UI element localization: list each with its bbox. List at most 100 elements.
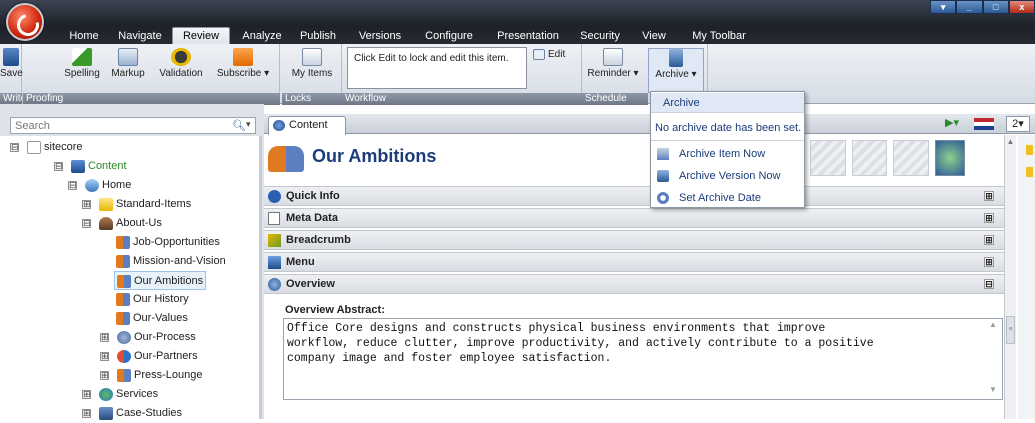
tree-item-services[interactable]: ⊞ Services bbox=[82, 385, 158, 404]
language-flag-icon[interactable] bbox=[974, 118, 994, 130]
expand-icon[interactable]: ⊞ bbox=[100, 371, 109, 380]
rss-icon bbox=[233, 48, 253, 66]
search-icon[interactable]: 🔍︎ bbox=[232, 119, 246, 132]
close-button[interactable]: x bbox=[1008, 0, 1035, 14]
maximize-button[interactable]: □ bbox=[982, 0, 1009, 14]
tab-content[interactable]: Content bbox=[268, 116, 346, 135]
expand-icon[interactable]: ⊞ bbox=[984, 257, 994, 267]
section-meta-data[interactable]: Meta Data ⊞ bbox=[264, 208, 1004, 228]
collapse-icon[interactable]: ⊟ bbox=[68, 181, 77, 190]
tab-security[interactable]: Security bbox=[576, 28, 624, 44]
tree-item-home[interactable]: ⊟ Home bbox=[68, 176, 131, 195]
editor-scrollbar[interactable]: ▲ ≡ bbox=[1004, 135, 1016, 419]
my-items-button[interactable]: My Items bbox=[286, 48, 338, 79]
subscribe-button[interactable]: Subscribe ▾ bbox=[212, 48, 274, 79]
tab-presentation[interactable]: Presentation bbox=[492, 28, 564, 44]
tab-navigate[interactable]: Navigate bbox=[112, 28, 168, 44]
case-studies-icon bbox=[99, 406, 113, 420]
archive-button[interactable]: Archive ▾ bbox=[648, 48, 704, 93]
search-dropdown-icon[interactable]: ▾ bbox=[246, 119, 251, 130]
document-lock-icon bbox=[302, 48, 322, 66]
expand-icon[interactable]: ⊞ bbox=[984, 235, 994, 245]
section-breadcrumb[interactable]: Breadcrumb ⊞ bbox=[264, 230, 1004, 250]
navigate-icon[interactable]: ▶▾ bbox=[945, 116, 971, 132]
validator-marker-icon[interactable] bbox=[1026, 145, 1033, 155]
expand-icon[interactable]: ⊞ bbox=[100, 352, 109, 361]
tree-item-about-us[interactable]: ⊟ About-Us bbox=[82, 214, 162, 233]
tab-my-toolbar[interactable]: My Toolbar bbox=[684, 28, 754, 44]
search-input[interactable]: Search bbox=[10, 117, 256, 134]
thumbnail-icon[interactable] bbox=[851, 140, 888, 176]
overview-abstract-field[interactable]: Office Core designs and constructs physi… bbox=[283, 318, 1003, 400]
section-quick-info[interactable]: Quick Info ⊞ bbox=[264, 186, 1004, 206]
person-icon bbox=[99, 216, 113, 230]
people-icon bbox=[116, 254, 130, 268]
set-archive-date[interactable]: Set Archive Date bbox=[651, 188, 804, 208]
bug-icon bbox=[171, 48, 191, 66]
archive-item-now[interactable]: Archive Item Now bbox=[651, 144, 804, 164]
edit-icon bbox=[533, 49, 545, 60]
people-icon bbox=[116, 292, 130, 306]
partners-icon bbox=[117, 349, 131, 363]
tree-item-mission-and-vision[interactable]: Mission-and-Vision bbox=[116, 252, 226, 271]
scroll-thumb[interactable]: ≡ bbox=[1006, 316, 1015, 344]
reminder-button[interactable]: Reminder ▾ bbox=[586, 48, 640, 79]
spelling-button[interactable]: Spelling bbox=[62, 48, 102, 79]
scroll-up-icon[interactable]: ▲ bbox=[986, 320, 1000, 329]
save-button[interactable]: Save bbox=[0, 48, 23, 79]
globe-icon bbox=[268, 278, 281, 291]
tree-item-job-opportunities[interactable]: Job-Opportunities bbox=[116, 233, 220, 252]
validation-button[interactable]: Validation bbox=[155, 48, 207, 79]
expand-icon[interactable]: ⊞ bbox=[82, 200, 91, 209]
expand-icon[interactable]: ⊞ bbox=[82, 409, 91, 418]
section-overview[interactable]: Overview ⊟ bbox=[264, 274, 1004, 294]
version-selector[interactable]: 2▾ bbox=[1006, 116, 1030, 132]
tree-item-standard-items[interactable]: ⊞ Standard-Items bbox=[82, 195, 191, 214]
collapse-icon[interactable]: ⊟ bbox=[54, 162, 63, 171]
tab-configure[interactable]: Configure bbox=[420, 28, 478, 44]
minimize-button[interactable]: _ bbox=[956, 0, 983, 14]
people-icon bbox=[117, 368, 131, 382]
collapse-icon[interactable]: ⊟ bbox=[82, 219, 91, 228]
expand-icon[interactable]: ⊞ bbox=[82, 390, 91, 399]
scroll-down-icon[interactable]: ▼ bbox=[986, 385, 1000, 394]
tab-versions[interactable]: Versions bbox=[356, 28, 404, 44]
tree-item-our-partners[interactable]: ⊞ Our-Partners bbox=[100, 347, 198, 366]
content-icon bbox=[71, 159, 85, 173]
restore-button[interactable]: ▾ bbox=[930, 0, 957, 14]
validator-marker-icon[interactable] bbox=[1026, 167, 1033, 177]
tree-item-case-studies[interactable]: ⊞ Case-Studies bbox=[82, 404, 182, 423]
services-icon bbox=[99, 387, 113, 401]
field-scrollbar[interactable]: ▲ ▼ bbox=[986, 320, 1000, 398]
tab-view[interactable]: View bbox=[638, 28, 670, 44]
expand-icon[interactable]: ⊞ bbox=[100, 333, 109, 342]
item-icon bbox=[268, 146, 304, 172]
tab-analyze[interactable]: Analyze bbox=[238, 28, 286, 44]
tree-item-our-history[interactable]: Our History bbox=[116, 290, 189, 309]
scroll-up-icon[interactable]: ▲ bbox=[1005, 137, 1016, 146]
collapse-icon[interactable]: ⊟ bbox=[10, 143, 19, 152]
tab-home[interactable]: Home bbox=[64, 28, 104, 44]
tree-item-our-ambitions[interactable]: Our Ambitions bbox=[114, 271, 207, 290]
sitecore-logo-icon[interactable] bbox=[6, 3, 44, 41]
collapse-icon[interactable]: ⊟ bbox=[984, 279, 994, 289]
tab-publish[interactable]: Publish bbox=[296, 28, 340, 44]
calendar-icon bbox=[657, 192, 669, 204]
edit-button[interactable]: Edit bbox=[533, 49, 573, 60]
tree-item-sitecore[interactable]: ⊟ sitecore bbox=[10, 138, 83, 157]
preview-icon[interactable] bbox=[935, 140, 965, 176]
thumbnail-icon[interactable] bbox=[893, 140, 930, 176]
group-label-workflow: Workflow bbox=[342, 93, 582, 105]
expand-icon[interactable]: ⊞ bbox=[984, 191, 994, 201]
tree-item-content[interactable]: ⊟ Content bbox=[54, 157, 127, 176]
expand-icon[interactable]: ⊞ bbox=[984, 213, 994, 223]
markup-button[interactable]: Markup bbox=[108, 48, 148, 79]
section-menu[interactable]: Menu ⊞ bbox=[264, 252, 1004, 272]
tree-item-press-lounge[interactable]: ⊞ Press-Lounge bbox=[100, 366, 203, 385]
save-icon bbox=[3, 48, 19, 66]
archive-version-now[interactable]: Archive Version Now bbox=[651, 166, 804, 186]
thumbnail-icon[interactable] bbox=[810, 140, 846, 176]
tree-item-our-values[interactable]: Our-Values bbox=[116, 309, 188, 328]
tree-item-our-process[interactable]: ⊞ Our-Process bbox=[100, 328, 196, 347]
tab-review[interactable]: Review bbox=[172, 27, 230, 45]
